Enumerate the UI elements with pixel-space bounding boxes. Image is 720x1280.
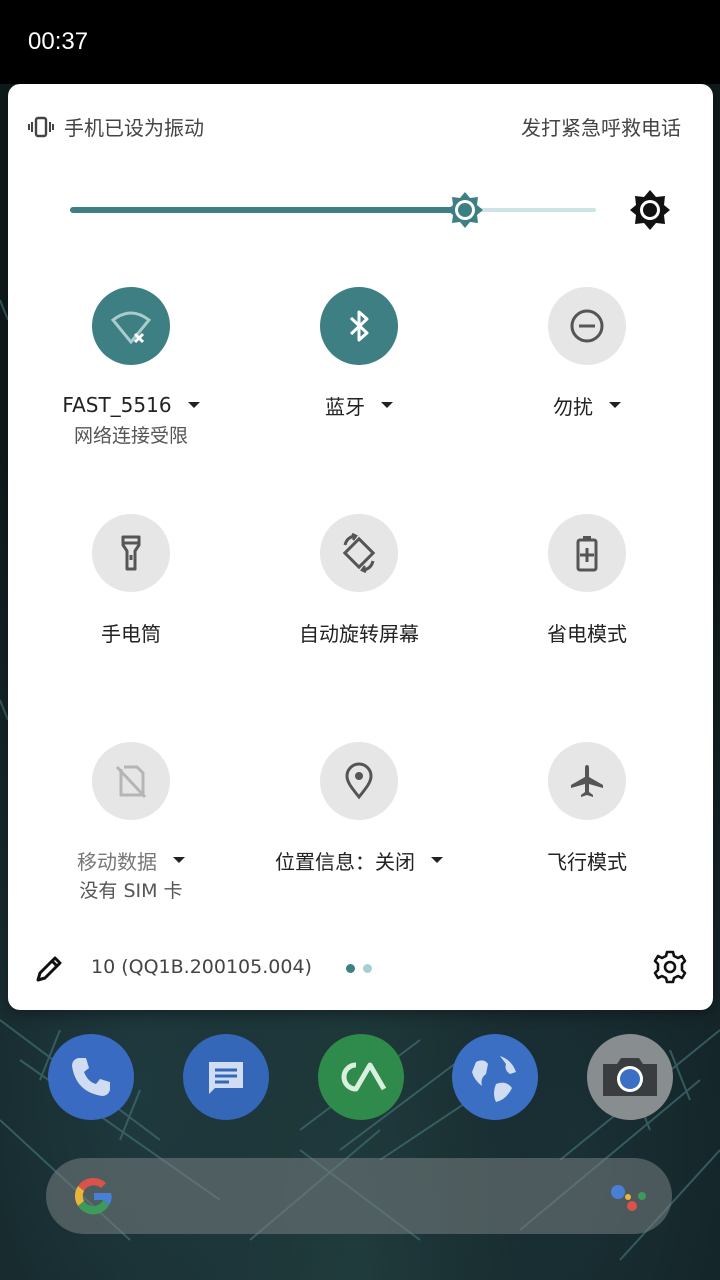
no-sim-icon bbox=[115, 765, 147, 799]
do-not-disturb-icon bbox=[570, 309, 604, 343]
settings-gear-icon[interactable] bbox=[653, 950, 687, 984]
airplane-icon bbox=[571, 765, 603, 797]
bluetooth-toggle[interactable] bbox=[320, 287, 398, 365]
phone-icon bbox=[72, 1058, 110, 1096]
wifi-limited-icon bbox=[110, 311, 152, 345]
page-dot bbox=[363, 964, 372, 973]
flashlight-icon bbox=[121, 535, 141, 571]
wifi-dropdown-icon[interactable] bbox=[187, 402, 200, 408]
airplane-label: 飞行模式 bbox=[547, 849, 627, 874]
dock-camera[interactable] bbox=[587, 1034, 673, 1120]
edit-icon[interactable] bbox=[32, 952, 66, 986]
emergency-call-link[interactable]: 发打紧急呼救电话 bbox=[521, 112, 681, 141]
auto-brightness-icon[interactable] bbox=[628, 188, 672, 232]
messages-icon bbox=[209, 1062, 243, 1094]
tile-location[interactable]: 位置信息：关闭 bbox=[245, 742, 473, 874]
mobile-data-label: 移动数据 bbox=[77, 849, 157, 874]
wifi-label: FAST_5516 bbox=[62, 393, 172, 417]
flashlight-label: 手电筒 bbox=[101, 621, 161, 646]
battery-saver-label: 省电模式 bbox=[547, 621, 627, 646]
camera-icon bbox=[603, 1058, 657, 1096]
brightness-thumb-icon[interactable] bbox=[445, 190, 485, 230]
dock-app[interactable] bbox=[318, 1034, 404, 1120]
auto-rotate-toggle[interactable] bbox=[320, 514, 398, 592]
quick-settings-panel: 手机已设为振动 发打紧急呼救电话 FAST_5516 网络连接受限 蓝牙 勿扰 … bbox=[8, 84, 713, 1010]
assistant-icon[interactable] bbox=[608, 1180, 648, 1214]
dnd-label: 勿扰 bbox=[553, 394, 593, 419]
clock: 00:37 bbox=[28, 28, 89, 55]
flashlight-toggle[interactable] bbox=[92, 514, 170, 592]
dnd-toggle[interactable] bbox=[548, 287, 626, 365]
ringer-status[interactable]: 手机已设为振动 bbox=[28, 112, 204, 141]
tile-wifi[interactable]: FAST_5516 网络连接受限 bbox=[17, 287, 245, 448]
tile-bluetooth[interactable]: 蓝牙 bbox=[245, 287, 473, 419]
dnd-dropdown-icon[interactable] bbox=[609, 402, 621, 408]
dnd-label-row[interactable]: 勿扰 bbox=[473, 391, 701, 419]
mobile-data-status: 没有 SIM 卡 bbox=[79, 880, 183, 902]
location-label: 位置信息：关闭 bbox=[275, 849, 415, 874]
page-dot-active bbox=[346, 964, 355, 973]
app-icon bbox=[341, 1062, 387, 1092]
google-logo-icon bbox=[74, 1177, 112, 1215]
build-number[interactable]: 10 (QQ1B.200105.004) bbox=[91, 956, 312, 978]
battery-saver-icon bbox=[576, 536, 598, 572]
wifi-label-row[interactable]: FAST_5516 bbox=[17, 391, 245, 419]
tile-auto-rotate[interactable]: 自动旋转屏幕 bbox=[245, 514, 473, 646]
tile-dnd[interactable]: 勿扰 bbox=[473, 287, 701, 419]
mobile-data-dropdown-icon[interactable] bbox=[173, 857, 185, 863]
ringer-status-label: 手机已设为振动 bbox=[64, 116, 204, 140]
browser-icon bbox=[465, 1047, 525, 1107]
bluetooth-icon bbox=[349, 310, 369, 342]
auto-rotate-label: 自动旋转屏幕 bbox=[299, 621, 419, 646]
airplane-label-row: 飞行模式 bbox=[473, 846, 701, 874]
dock-messages[interactable] bbox=[183, 1034, 269, 1120]
brightness-slider[interactable] bbox=[70, 192, 596, 228]
wifi-status: 网络连接受限 bbox=[73, 425, 188, 447]
status-bar: 00:37 bbox=[0, 0, 720, 84]
google-search-bar[interactable] bbox=[46, 1158, 672, 1234]
bluetooth-dropdown-icon[interactable] bbox=[381, 402, 393, 408]
dock-browser[interactable] bbox=[452, 1034, 538, 1120]
flashlight-label-row: 手电筒 bbox=[17, 618, 245, 646]
location-dropdown-icon[interactable] bbox=[431, 857, 443, 863]
auto-rotate-label-row: 自动旋转屏幕 bbox=[245, 618, 473, 646]
dock-phone[interactable] bbox=[48, 1034, 134, 1120]
bluetooth-label: 蓝牙 bbox=[325, 394, 365, 419]
location-icon bbox=[345, 762, 373, 800]
mobile-data-toggle[interactable] bbox=[92, 742, 170, 820]
location-label-row[interactable]: 位置信息：关闭 bbox=[245, 846, 473, 874]
airplane-toggle[interactable] bbox=[548, 742, 626, 820]
bluetooth-label-row[interactable]: 蓝牙 bbox=[245, 391, 473, 419]
battery-saver-label-row: 省电模式 bbox=[473, 618, 701, 646]
battery-saver-toggle[interactable] bbox=[548, 514, 626, 592]
tile-mobile-data[interactable]: 移动数据 没有 SIM 卡 bbox=[17, 742, 245, 903]
tile-airplane[interactable]: 飞行模式 bbox=[473, 742, 701, 874]
page-indicator bbox=[346, 964, 380, 973]
tile-flashlight[interactable]: 手电筒 bbox=[17, 514, 245, 646]
brightness-fill bbox=[70, 207, 465, 213]
location-toggle[interactable] bbox=[320, 742, 398, 820]
wifi-toggle[interactable] bbox=[92, 287, 170, 365]
mobile-data-label-row[interactable]: 移动数据 bbox=[17, 846, 245, 874]
vibrate-icon bbox=[28, 116, 54, 137]
auto-rotate-icon bbox=[342, 532, 376, 574]
tile-battery-saver[interactable]: 省电模式 bbox=[473, 514, 701, 646]
